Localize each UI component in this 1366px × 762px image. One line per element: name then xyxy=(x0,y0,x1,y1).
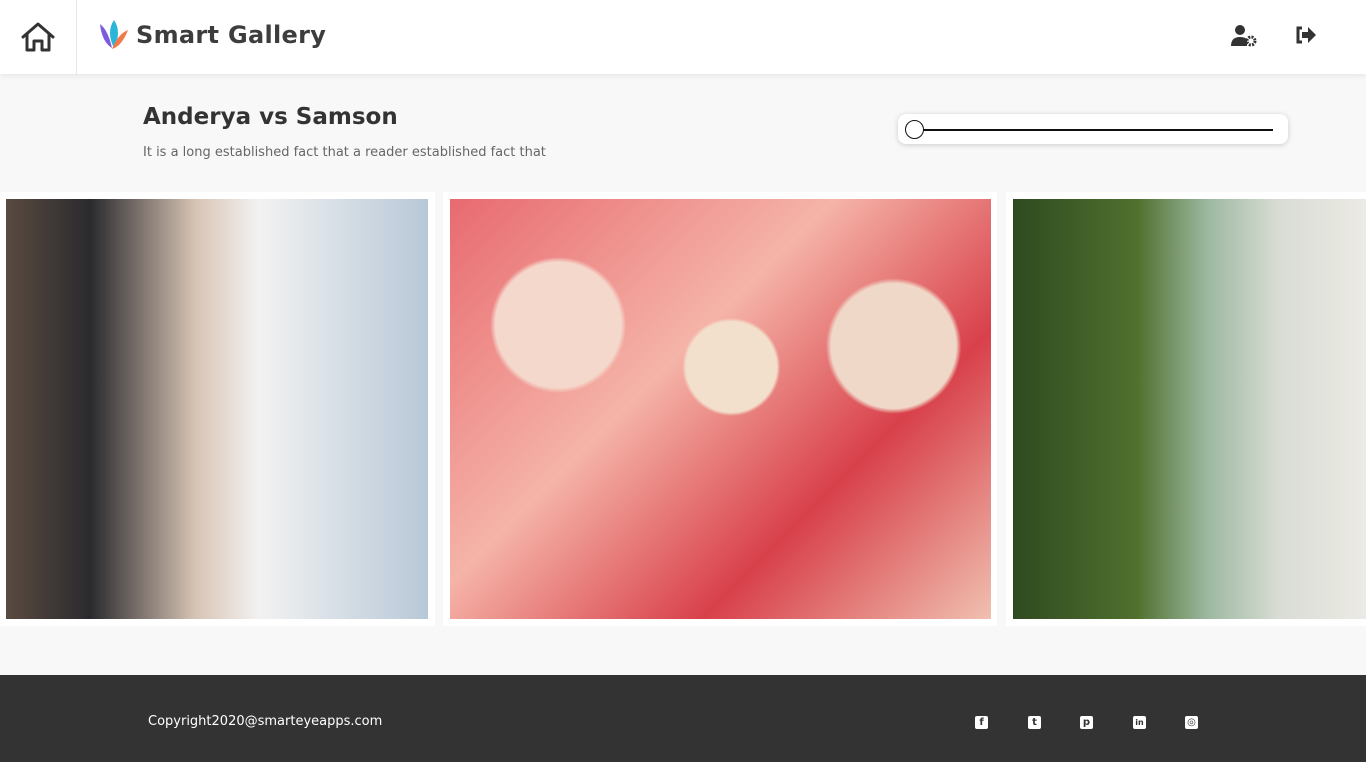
gallery-slider[interactable] xyxy=(898,114,1288,144)
brand-name: Smart Gallery xyxy=(136,21,327,49)
logout-icon[interactable] xyxy=(1295,24,1317,46)
home-icon xyxy=(21,22,55,52)
twitter-icon[interactable]: t xyxy=(1028,716,1041,729)
page-title: Anderya vs Samson xyxy=(143,104,398,130)
slider-track[interactable] xyxy=(914,129,1273,131)
gallery-card[interactable] xyxy=(0,192,435,626)
logo-icon xyxy=(100,20,128,49)
user-settings-icon[interactable] xyxy=(1230,24,1258,48)
page-subtitle: It is a long established fact that a rea… xyxy=(143,145,546,160)
linkedin-icon[interactable]: in xyxy=(1133,716,1146,729)
gallery-image[interactable] xyxy=(6,199,428,619)
pinterest-icon[interactable]: p xyxy=(1080,716,1093,729)
facebook-icon[interactable]: f xyxy=(975,716,988,729)
footer: Copyright2020@smarteyeapps.com f t p in … xyxy=(0,675,1366,762)
header: Smart Gallery xyxy=(0,0,1366,74)
gallery-card[interactable] xyxy=(1006,192,1366,626)
instagram-icon[interactable]: ◎ xyxy=(1185,716,1198,729)
home-button[interactable] xyxy=(0,0,77,74)
gallery-card[interactable] xyxy=(443,192,997,626)
brand-logo[interactable]: Smart Gallery xyxy=(98,18,326,52)
slider-thumb[interactable] xyxy=(905,120,924,139)
copyright-text: Copyright2020@smarteyeapps.com xyxy=(148,714,383,729)
gallery-image[interactable] xyxy=(1013,199,1366,619)
gallery-image[interactable] xyxy=(450,199,991,619)
